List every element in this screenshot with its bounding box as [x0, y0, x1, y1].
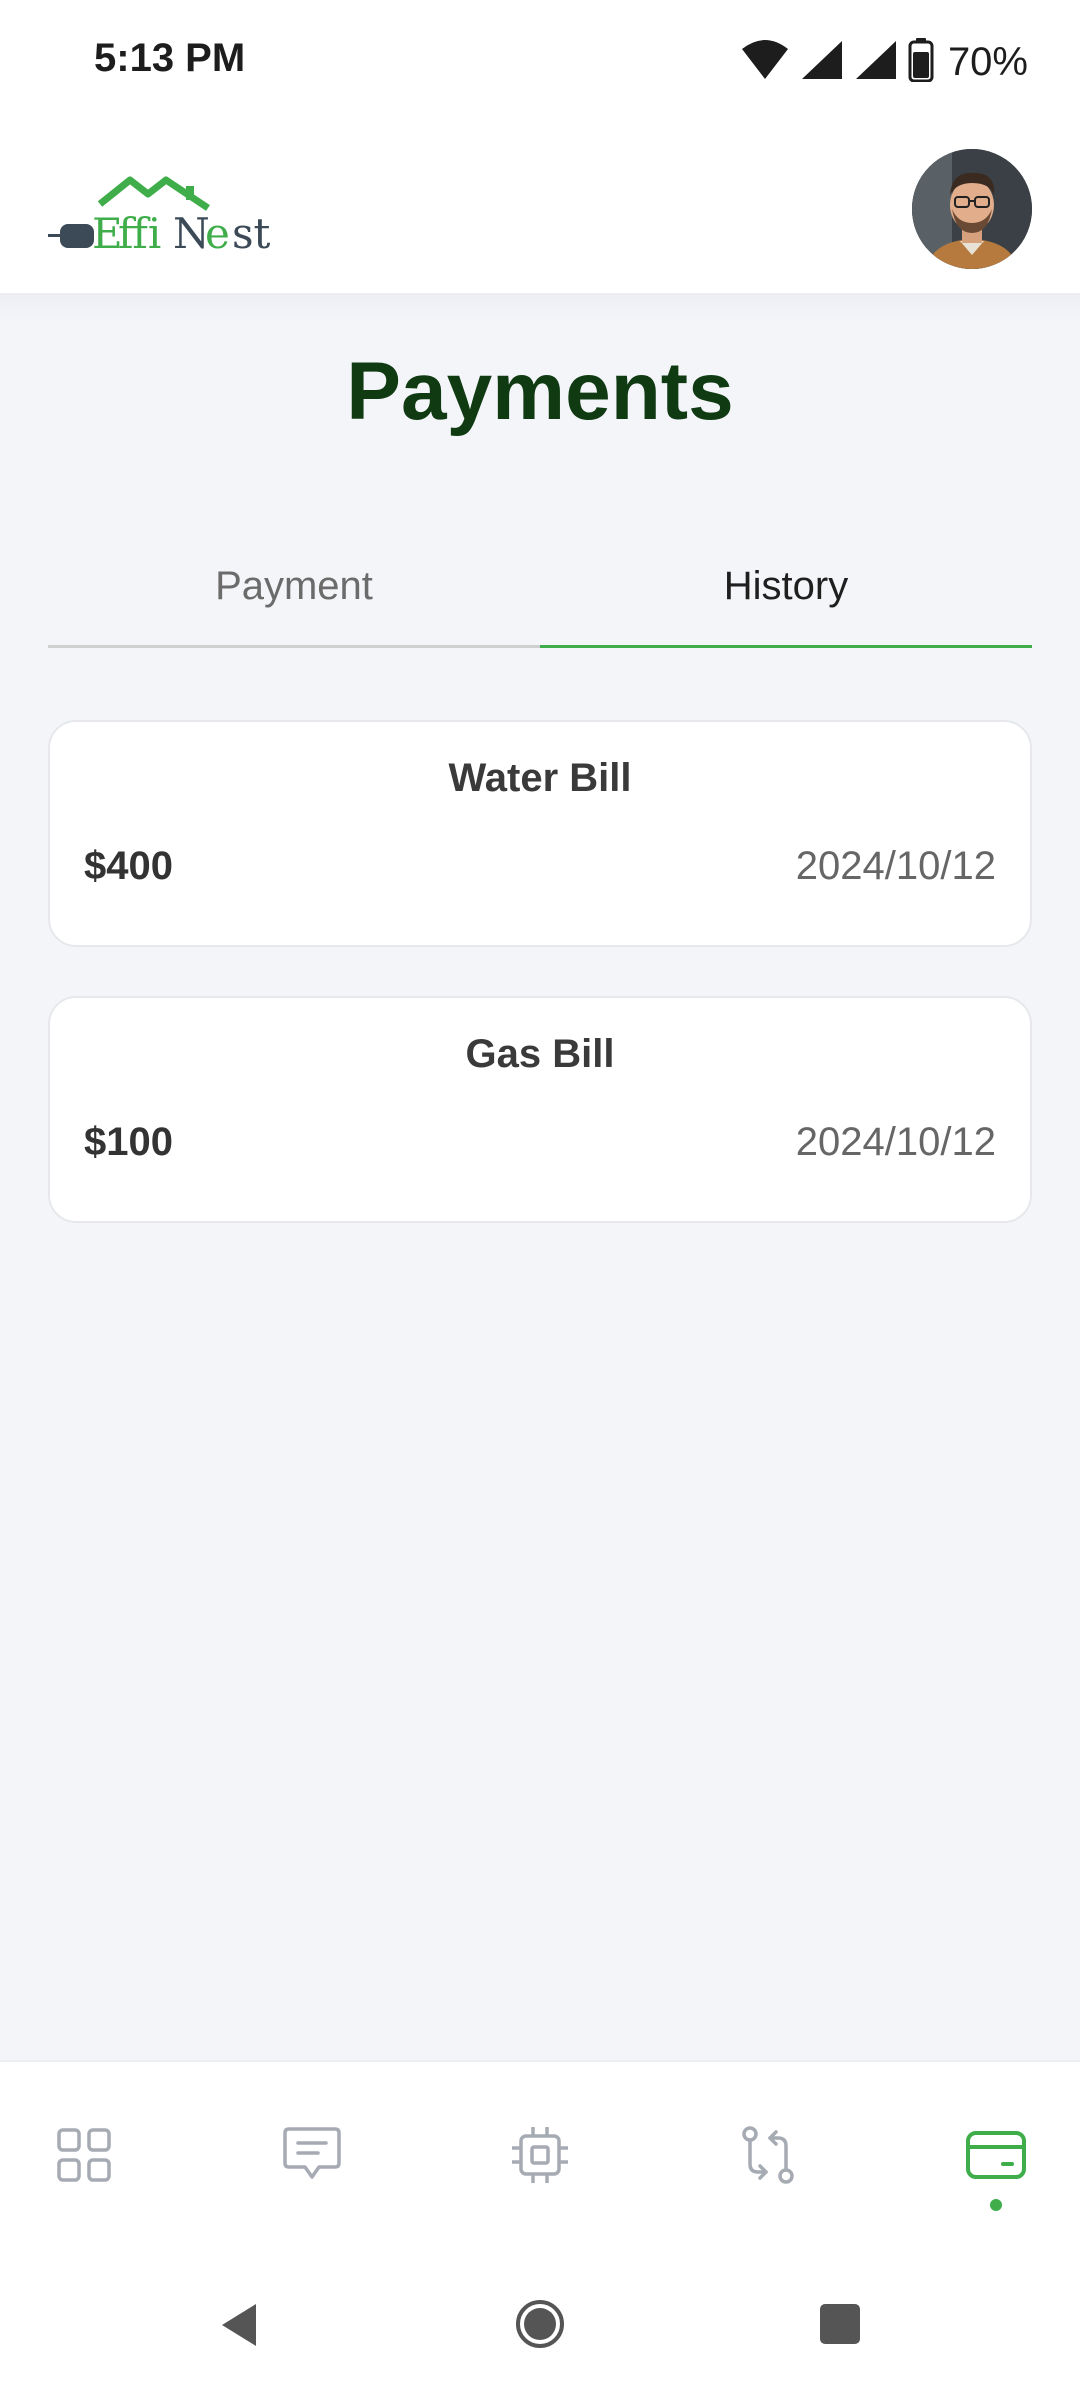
battery-icon: [908, 37, 934, 87]
page-title: Payments: [346, 346, 734, 437]
card-icon: [965, 2130, 1027, 2185]
signal-icon: [854, 39, 898, 86]
back-triangle-icon: [216, 2304, 260, 2354]
nav-transfers[interactable]: [728, 2117, 808, 2197]
bottom-nav: [0, 2060, 1080, 2260]
nav-payments[interactable]: [956, 2117, 1036, 2197]
chip-icon: [509, 2124, 571, 2191]
status-time: 5:13 PM: [94, 36, 246, 80]
card-title: Water Bill: [448, 756, 632, 800]
chat-icon: [281, 2125, 343, 2190]
app-header: E ffi N e st: [0, 128, 1080, 293]
tab-payment[interactable]: Payment: [48, 545, 540, 648]
recents-button[interactable]: [818, 2302, 862, 2351]
wifi-icon: [740, 39, 790, 86]
effinest-logo[interactable]: E ffi N e st: [48, 168, 298, 268]
signal-icon: [800, 39, 844, 86]
grid-icon: [56, 2127, 112, 2188]
header-shadow: [0, 293, 1080, 323]
transfer-icon: [738, 2124, 798, 2191]
tab-history[interactable]: History: [540, 545, 1032, 648]
history-card-water-bill[interactable]: Water Bill $400 2024/10/12: [48, 720, 1032, 947]
recents-square-icon: [818, 2304, 862, 2350]
nav-devices[interactable]: [500, 2117, 580, 2197]
status-icons: 70%: [740, 37, 1028, 87]
card-title: Gas Bill: [465, 1032, 615, 1076]
system-nav-bar: [0, 2260, 1080, 2400]
history-card-gas-bill[interactable]: Gas Bill $100 2024/10/12: [48, 996, 1032, 1223]
home-button[interactable]: [514, 2298, 566, 2355]
nav-messages[interactable]: [272, 2117, 352, 2197]
card-date: 2024/10/12: [795, 844, 996, 888]
active-indicator-dot: [990, 2199, 1002, 2211]
user-avatar[interactable]: [912, 149, 1032, 269]
card-amount: $400: [84, 844, 173, 888]
tab-bar: Payment History: [48, 545, 1032, 648]
battery-percent: 70%: [947, 39, 1028, 84]
back-button[interactable]: [216, 2300, 260, 2355]
home-circle-icon: [514, 2300, 566, 2354]
card-date: 2024/10/12: [795, 1120, 996, 1164]
svg-text:st: st: [232, 209, 271, 258]
status-bar: 5:13 PM 70%: [0, 0, 1080, 128]
svg-text:e: e: [205, 209, 230, 258]
svg-text:ffi: ffi: [118, 209, 161, 258]
nav-dashboard[interactable]: [44, 2117, 124, 2197]
card-amount: $100: [84, 1120, 173, 1164]
